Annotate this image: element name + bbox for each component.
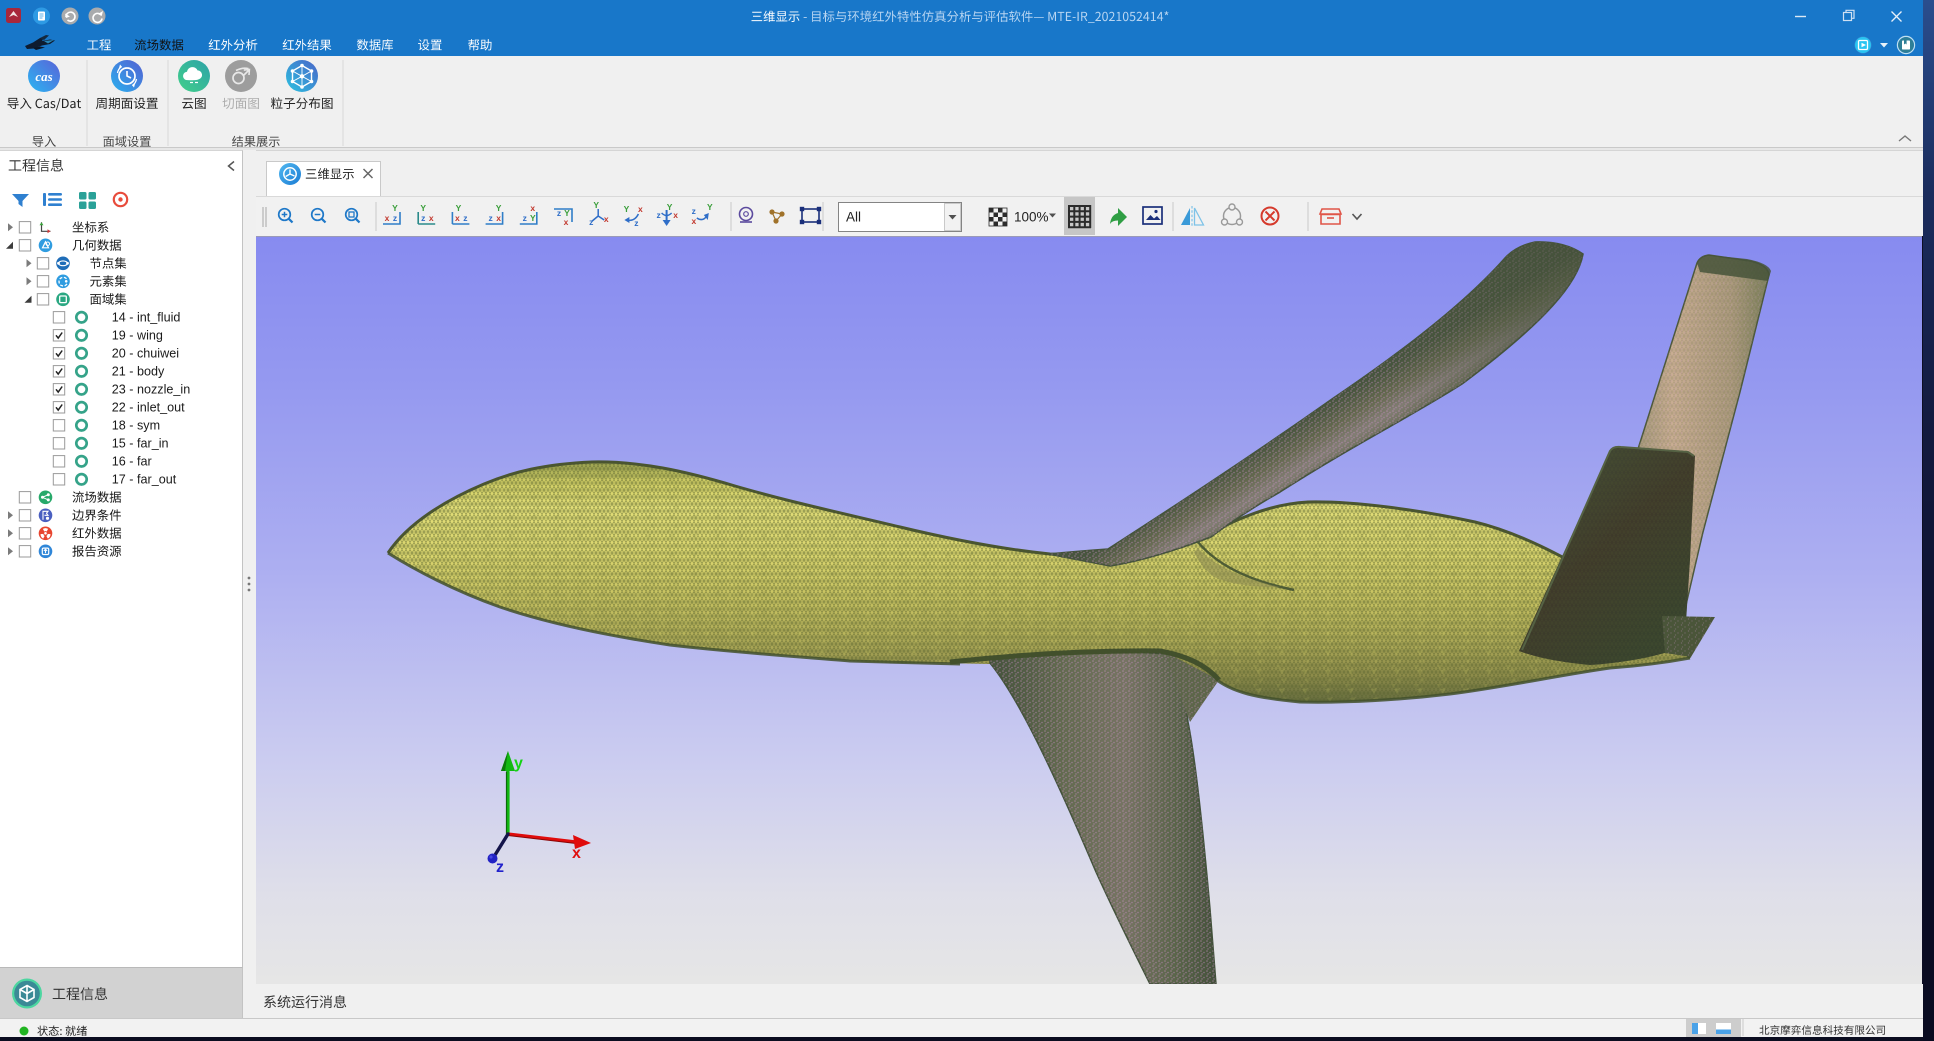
svg-text:cas: cas	[35, 69, 52, 84]
svg-text:z: z	[634, 218, 638, 228]
svg-text:17 - far_out: 17 - far_out	[112, 473, 177, 487]
svg-text:18 - sym: 18 - sym	[112, 419, 160, 433]
svg-text:x: x	[496, 213, 501, 223]
svg-text:Y: Y	[624, 204, 630, 214]
svg-text:x: x	[564, 217, 569, 227]
svg-text:z: z	[656, 210, 660, 220]
svg-text:Y: Y	[530, 213, 536, 223]
svg-text:y: y	[514, 755, 523, 772]
svg-text:All: All	[846, 210, 861, 225]
svg-text:x: x	[572, 845, 581, 862]
svg-text:z: z	[589, 217, 593, 227]
svg-text:23 - nozzle_in: 23 - nozzle_in	[112, 383, 190, 397]
svg-text:z: z	[488, 213, 492, 223]
svg-text:Y: Y	[420, 203, 426, 213]
svg-text:z: z	[523, 213, 527, 223]
svg-text:Y: Y	[593, 200, 599, 210]
svg-text:x: x	[455, 213, 460, 223]
svg-text:x: x	[673, 210, 678, 220]
svg-text:z: z	[421, 213, 425, 223]
svg-text:z: z	[692, 206, 696, 216]
svg-text:x: x	[530, 203, 535, 213]
svg-text:15 - far_in: 15 - far_in	[112, 437, 169, 451]
svg-text:x: x	[638, 204, 643, 214]
svg-text:Y: Y	[707, 202, 713, 212]
svg-text:z: z	[393, 213, 397, 223]
svg-text:x: x	[604, 214, 609, 224]
svg-text:16 - far: 16 - far	[112, 455, 152, 469]
svg-text:Y: Y	[667, 202, 673, 212]
svg-text:x: x	[691, 216, 696, 226]
svg-text:22 - inlet_out: 22 - inlet_out	[112, 401, 185, 415]
svg-text:z: z	[463, 213, 467, 223]
svg-text:Y: Y	[456, 203, 462, 213]
svg-text:x: x	[385, 213, 390, 223]
svg-text:19 - wing: 19 - wing	[112, 329, 163, 343]
svg-text:x: x	[429, 213, 434, 223]
svg-text:21 - body: 21 - body	[112, 365, 165, 379]
svg-text:z: z	[496, 859, 504, 876]
svg-text:20 - chuiwei: 20 - chuiwei	[112, 347, 179, 361]
svg-text:14 - int_fluid: 14 - int_fluid	[112, 311, 181, 325]
svg-text:Y: Y	[392, 203, 398, 213]
svg-text:100%: 100%	[1014, 210, 1049, 225]
svg-text:Y: Y	[496, 203, 502, 213]
